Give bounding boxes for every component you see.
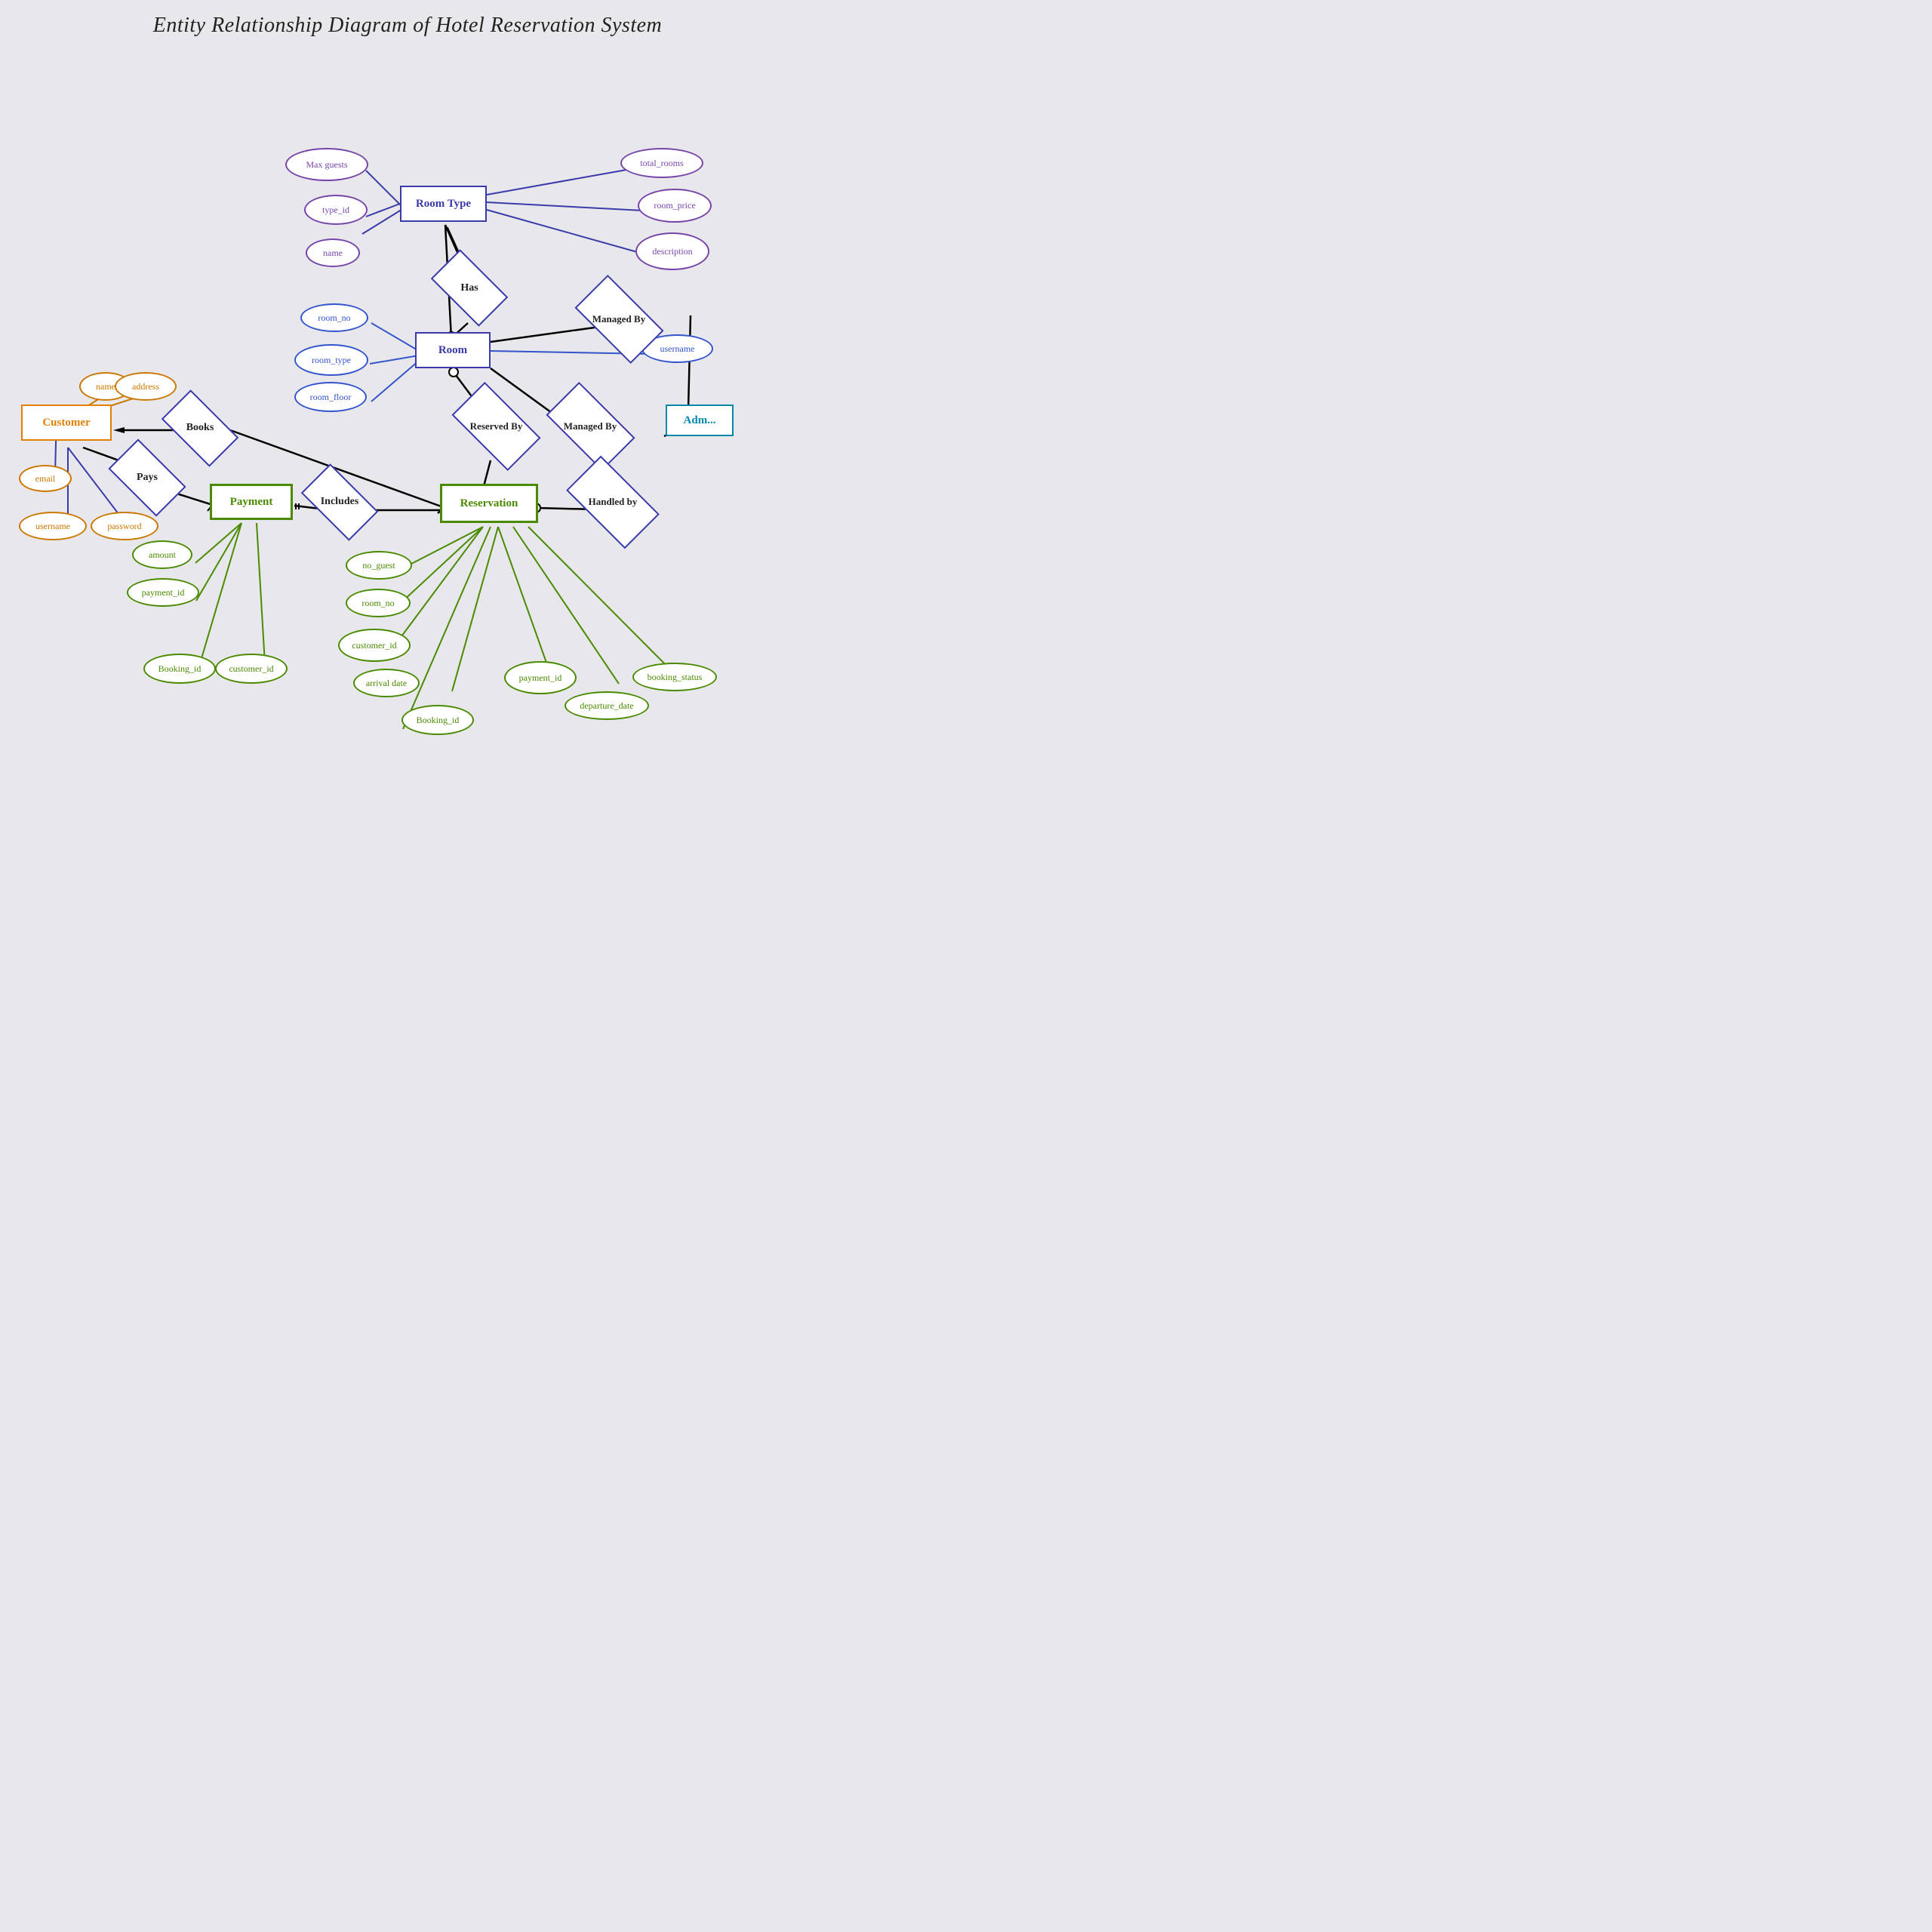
attr-customer-id-pay: customer_id	[215, 654, 288, 684]
attr-room-no: room_no	[300, 303, 368, 332]
attr-address: address	[115, 372, 177, 401]
attr-payment-id-res: payment_id	[504, 661, 577, 694]
attr-password: password	[91, 512, 158, 540]
entity-payment: Payment	[210, 484, 293, 520]
diamond-handled-by: Handled by	[560, 472, 666, 531]
entity-room-type: Room Type	[400, 186, 487, 222]
attr-username-cust: username	[19, 512, 87, 540]
attr-max-guests: Max guests	[285, 148, 368, 181]
entity-admin: Adm...	[666, 405, 734, 436]
attr-no-guest: no_guest	[346, 551, 412, 580]
attr-amount: amount	[132, 540, 192, 569]
attr-email: email	[19, 465, 72, 492]
attr-room-floor: room_floor	[294, 382, 367, 412]
diamond-managed-by-top: Managed By	[566, 290, 672, 349]
entity-customer: Customer	[21, 405, 112, 441]
diamond-has: Has	[424, 260, 515, 316]
attr-description: description	[635, 232, 709, 270]
erd-diagram: Customer Room Type Room Reservation Paym…	[0, 44, 815, 821]
attr-departure-date: departure_date	[565, 691, 649, 720]
attr-name-rt: name	[306, 238, 360, 267]
attr-booking-id-res: Booking_id	[401, 705, 474, 735]
diamond-pays: Pays	[106, 451, 189, 504]
attr-room-no-res: room_no	[346, 589, 411, 617]
attr-total-rooms: total_rooms	[620, 148, 703, 178]
attr-booking-status: booking_status	[632, 663, 717, 691]
attr-room-price: room_price	[638, 189, 712, 223]
attr-room-type: room_type	[294, 344, 368, 376]
entity-room: Room	[415, 332, 491, 368]
diamond-includes: Includes	[294, 472, 385, 531]
diamond-books: Books	[155, 398, 245, 457]
diamond-managed-by-bot: Managed By	[537, 397, 643, 456]
attr-type-id: type_id	[304, 195, 368, 225]
entity-reservation: Reservation	[440, 484, 538, 523]
attr-booking-id-pay: Booking_id	[143, 654, 216, 684]
attr-payment-id-pay: payment_id	[127, 578, 199, 607]
attr-arrival-date: arrival date	[353, 669, 420, 697]
diamond-reserved-by: Reserved By	[445, 397, 547, 456]
attr-customer-id-res: customer_id	[338, 629, 411, 662]
page-title: Entity Relationship Diagram of Hotel Res…	[0, 0, 815, 44]
